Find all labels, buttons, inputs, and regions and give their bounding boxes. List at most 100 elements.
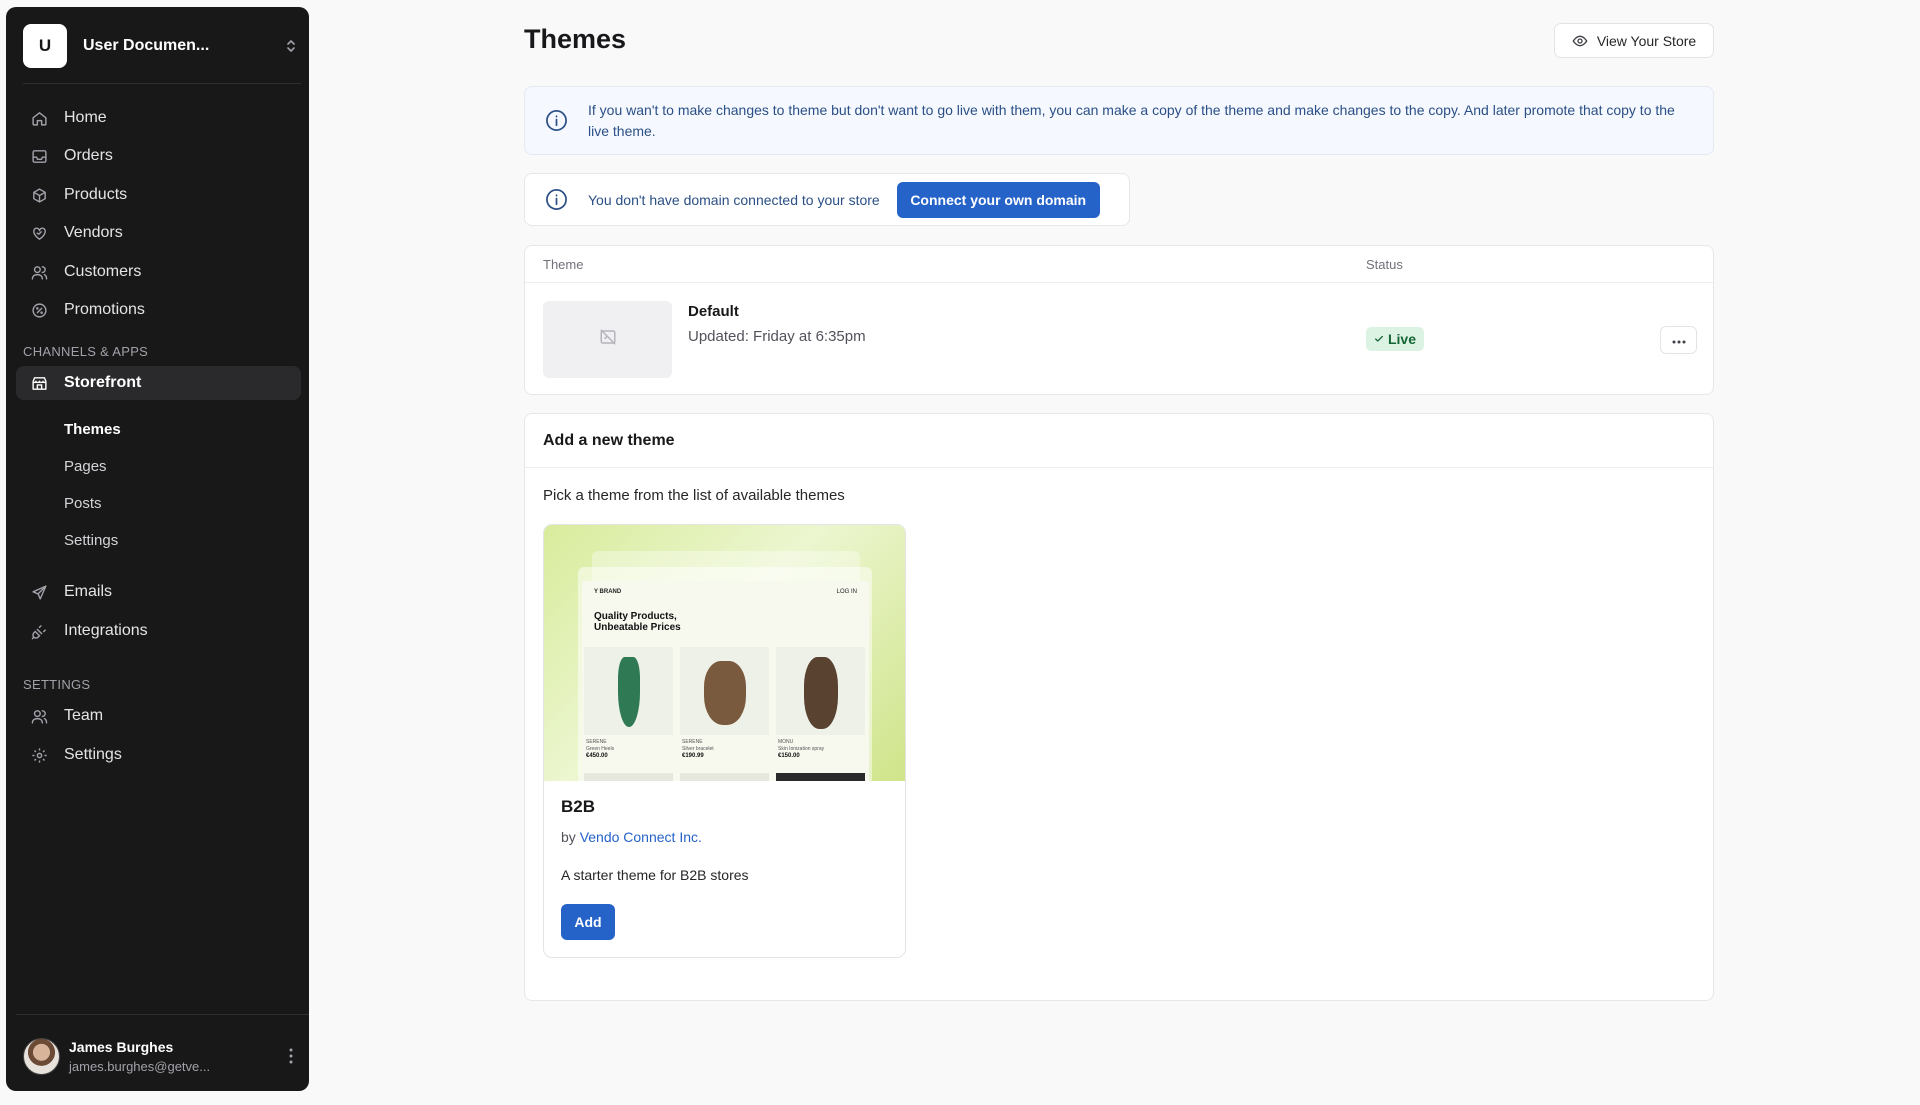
theme-option-description: A starter theme for B2B stores (561, 867, 749, 883)
preview-product-name: Silver bracelet (682, 746, 714, 752)
sidebar-subitem-pages[interactable]: Pages (64, 458, 107, 475)
percent-badge-icon (30, 301, 48, 319)
connect-domain-button[interactable]: Connect your own domain (896, 181, 1100, 218)
info-icon (545, 109, 569, 133)
view-store-button[interactable]: View Your Store (1554, 23, 1714, 58)
sidebar-item-label: Products (64, 186, 128, 203)
preview-product-brand: MONU (778, 739, 794, 745)
author-prefix: by (561, 829, 576, 845)
sidebar-item-home[interactable]: Home (16, 101, 301, 135)
sidebar-item-label: Settings (64, 746, 122, 763)
preview-product-name: Green Heels (586, 746, 615, 752)
theme-option-name: B2B (561, 797, 596, 816)
image-off-icon (599, 328, 617, 351)
preview-product-image (680, 773, 769, 781)
preview-product-image (680, 647, 769, 735)
sidebar-item-label: Promotions (64, 301, 145, 318)
users-icon (30, 263, 48, 281)
sidebar-item-emails[interactable]: Emails (16, 575, 301, 609)
theme-option-b2b: Y BRAND LOG IN Quality Products, Unbeata… (543, 524, 906, 958)
box-icon (30, 186, 48, 204)
settings-section-heading: SETTINGS (23, 677, 91, 692)
preview-product-meta: MONU Skin Ionization spray €150.00 (778, 739, 824, 760)
sidebar-item-label: Vendors (64, 224, 123, 241)
preview-brand: Y BRAND (594, 589, 622, 595)
user-email: james.burghes@getve... (69, 1058, 211, 1074)
table-divider (525, 282, 1713, 283)
user-profile[interactable]: James Burghes james.burghes@getve... (23, 1034, 301, 1078)
author-link[interactable]: Vendo Connect Inc. (580, 829, 702, 845)
preview-product-image (584, 647, 673, 735)
heart-handshake-icon (30, 224, 48, 242)
preview-headline: Quality Products, Unbeatable Prices (594, 611, 681, 633)
more-horizontal-icon (1672, 331, 1686, 349)
view-store-label: View Your Store (1596, 32, 1697, 49)
sidebar-subitem-themes[interactable]: Themes (64, 421, 121, 438)
info-icon (545, 188, 569, 212)
sidebar-divider (16, 1014, 309, 1015)
preview-login: LOG IN (836, 589, 857, 595)
info-text: If you wan't to make changes to theme bu… (588, 101, 1675, 139)
preview-product-name: Skin Ionization spray (778, 746, 825, 752)
sidebar-item-settings[interactable]: Settings (16, 738, 301, 772)
page-title: Themes (524, 24, 627, 54)
sidebar-item-label: Integrations (64, 622, 148, 639)
home-icon (30, 109, 48, 127)
preview-product-meta: SERENE Green Heels €450.00 (586, 739, 614, 760)
sidebar: U User Documen... Home Orders Products V… (6, 7, 309, 1091)
sidebar-item-vendors[interactable]: Vendors (16, 216, 301, 250)
store-switcher[interactable]: U User Documen... (23, 24, 301, 68)
store-logo: U (23, 24, 67, 68)
add-theme-subtitle: Pick a theme from the list of available … (543, 487, 845, 504)
chevron-up-down-icon (281, 36, 301, 56)
theme-updated: Updated: Friday at 6:35pm (688, 328, 866, 345)
themes-table: Theme Status Default Updated: Friday at … (524, 245, 1714, 395)
sidebar-item-label: Home (64, 109, 107, 126)
more-vertical-icon[interactable] (281, 1044, 301, 1068)
preview-headline-line: Unbeatable Prices (594, 622, 681, 633)
preview-product-image (776, 773, 865, 781)
preview-site: Y BRAND LOG IN Quality Products, Unbeata… (582, 581, 869, 781)
preview-product-image (776, 647, 865, 735)
add-theme-title: Add a new theme (543, 432, 675, 449)
sidebar-item-promotions[interactable]: Promotions (16, 293, 301, 327)
sidebar-item-integrations[interactable]: Integrations (16, 614, 301, 648)
sidebar-item-products[interactable]: Products (16, 178, 301, 212)
theme-name[interactable]: Default (688, 303, 739, 320)
preview-product-brand: SERENE (682, 739, 703, 745)
user-name: James Burghes (69, 1038, 174, 1055)
sidebar-item-label: Storefront (64, 374, 142, 391)
sidebar-item-customers[interactable]: Customers (16, 255, 301, 289)
eye-icon (1572, 33, 1588, 49)
gear-icon (30, 746, 48, 764)
domain-text: You don't have domain connected to your … (588, 191, 880, 208)
theme-thumbnail (543, 301, 672, 378)
sidebar-item-label: Orders (64, 147, 113, 164)
store-name: User Documen... (83, 37, 210, 54)
store-icon (30, 374, 48, 392)
channels-section-heading: CHANNELS & APPS (23, 344, 149, 359)
inbox-icon (30, 147, 48, 165)
add-theme-card: Add a new theme Pick a theme from the li… (524, 413, 1714, 1001)
sidebar-subitem-posts[interactable]: Posts (64, 495, 102, 512)
sidebar-divider (23, 83, 301, 84)
card-divider (525, 467, 1713, 468)
domain-banner: You don't have domain connected to your … (524, 173, 1130, 226)
sidebar-item-label: Customers (64, 263, 142, 280)
preview-product-meta: SERENE Silver bracelet €190.99 (682, 739, 714, 760)
users-icon (30, 707, 48, 725)
preview-headline-line: Quality Products, (594, 611, 677, 622)
sidebar-subitem-settings[interactable]: Settings (64, 532, 118, 549)
info-banner: If you wan't to make changes to theme bu… (524, 86, 1714, 155)
preview-product-image (584, 773, 673, 781)
sidebar-item-team[interactable]: Team (16, 699, 301, 733)
add-theme-button[interactable]: Add (561, 904, 615, 940)
sidebar-item-storefront[interactable]: Storefront (16, 366, 301, 400)
sidebar-item-label: Emails (64, 583, 113, 600)
column-header-theme: Theme (543, 257, 584, 272)
sidebar-item-orders[interactable]: Orders (16, 139, 301, 173)
preview-product-price: €150.00 (778, 753, 800, 759)
status-label: Live (1387, 331, 1416, 347)
theme-actions-button[interactable] (1660, 326, 1697, 354)
send-icon (30, 583, 48, 601)
